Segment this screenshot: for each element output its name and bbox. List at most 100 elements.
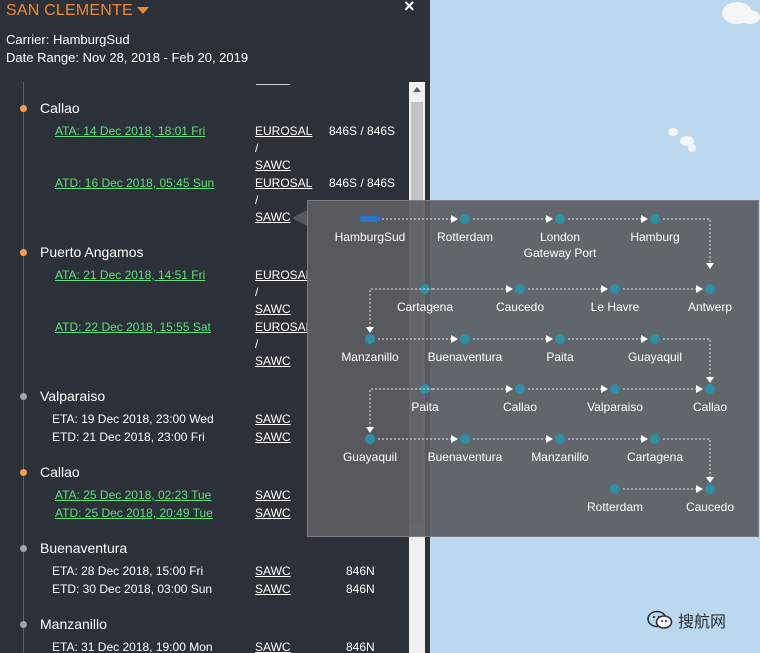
arrow-down-icon — [706, 377, 714, 383]
arrow-down-icon — [366, 427, 374, 433]
watermark-text: 搜航网 — [678, 612, 727, 631]
event-time[interactable]: ATA: 21 Dec 2018, 14:51 Fri — [55, 268, 205, 282]
event-time: ETA: 31 Dec 2018, 19:00 Mon — [52, 640, 213, 653]
port-name: Manzanillo — [40, 616, 107, 632]
arrow-icon — [451, 335, 458, 343]
service-link[interactable]: SAWC — [255, 488, 291, 502]
service-separator: / — [255, 141, 259, 155]
event-time[interactable]: ATD: 25 Dec 2018, 20:49 Tue — [55, 506, 213, 520]
port-status-dot — [20, 249, 27, 256]
service-link[interactable]: EUROSAL — [255, 268, 312, 282]
ship-icon — [360, 216, 380, 222]
route-node — [515, 284, 525, 294]
arrow-icon — [506, 285, 513, 293]
service-link[interactable]: EUROSAL — [255, 124, 312, 138]
service-link[interactable]: SAWC — [255, 210, 291, 224]
route-port-label: Callao — [692, 400, 728, 414]
route-node — [365, 434, 375, 444]
port-status-dot — [20, 393, 27, 400]
port-status-dot — [20, 621, 27, 628]
route-node — [460, 434, 470, 444]
route-port-label: Caucedo — [685, 500, 735, 514]
arrow-icon — [546, 335, 553, 343]
arrow-icon — [451, 435, 458, 443]
event-time: ETA: 28 Dec 2018, 15:00 Fri — [52, 564, 204, 578]
route-tooltip: HamburgSud Rotterdam London Gateway Port Ha… — [307, 200, 759, 537]
port-status-dot — [20, 545, 27, 552]
route-port-label: Cartagena — [626, 450, 684, 464]
service-link[interactable]: EUROSAL — [255, 176, 312, 190]
arrow-down-icon — [366, 327, 374, 333]
event-time[interactable]: ATA: 25 Dec 2018, 02:23 Tue — [55, 488, 211, 502]
voyage-number: 846N — [346, 564, 375, 578]
arrow-icon — [546, 435, 553, 443]
route-port-label: Hamburg — [630, 230, 680, 244]
arrow-icon — [506, 385, 513, 393]
route-node — [610, 284, 620, 294]
route-node — [705, 284, 715, 294]
vessel-name-dropdown[interactable]: SAN CLEMENTE — [6, 2, 149, 20]
route-node — [610, 384, 620, 394]
service-link[interactable]: SAWC — [255, 158, 291, 172]
port-status-dot — [20, 469, 27, 476]
date-range-label: Date Range: Nov 28, 2018 - Feb 20, 2019 — [6, 50, 249, 65]
arrow-icon — [546, 215, 553, 223]
service-link[interactable]: SAWC — [255, 354, 291, 368]
arrow-icon — [601, 285, 608, 293]
route-node — [555, 434, 565, 444]
route-node — [705, 484, 715, 494]
voyage-number: 846N — [346, 582, 375, 596]
arrow-icon — [696, 285, 703, 293]
vessel-name: SAN CLEMENTE — [6, 2, 133, 19]
voyage-number: 846S / 846S — [329, 124, 396, 138]
port-name: Callao — [40, 100, 80, 116]
port-name: Callao — [40, 464, 80, 480]
route-node — [460, 214, 470, 224]
service-link[interactable]: SAWC — [255, 564, 291, 578]
carrier-label: Carrier: HamburgSud — [6, 32, 130, 47]
port-name: Valparaiso — [40, 388, 106, 404]
watermark: 搜航网 — [646, 608, 726, 632]
route-node — [555, 334, 565, 344]
arrow-icon — [641, 435, 648, 443]
wechat-icon — [647, 610, 673, 629]
route-node — [610, 484, 620, 494]
service-link[interactable]: SAWC — [255, 506, 291, 520]
arrow-icon — [641, 215, 648, 223]
arrow-down-icon — [706, 477, 714, 483]
service-link[interactable]: SAWC — [255, 302, 291, 316]
route-node — [365, 334, 375, 344]
route-node — [515, 384, 525, 394]
voyage-number: 846N — [346, 640, 375, 653]
service-link[interactable]: EUROSAL — [255, 320, 312, 334]
route-port-label: Antwerp — [687, 300, 733, 314]
route-port-label: Guayaquil — [627, 350, 683, 364]
scroll-up-icon[interactable] — [413, 87, 421, 92]
arrow-down-icon — [706, 263, 714, 269]
event-time[interactable]: ATA: 14 Dec 2018, 18:01 Fri — [55, 124, 205, 138]
event-time[interactable]: ATD: 22 Dec 2018, 15:55 Sat — [55, 320, 211, 334]
arrow-icon — [641, 335, 648, 343]
event-time: ETA: 19 Dec 2018, 23:00 Wed — [52, 412, 214, 426]
event-time: ETD: 21 Dec 2018, 23:00 Fri — [52, 430, 205, 444]
event-time: ETD: 30 Dec 2018, 03:00 Sun — [52, 582, 213, 596]
caret-down-icon — [136, 7, 149, 15]
service-link[interactable]: SAWC — [255, 582, 291, 596]
port-status-dot — [20, 105, 27, 112]
arrow-icon — [601, 385, 608, 393]
route-node — [650, 334, 660, 344]
service-separator: / — [255, 193, 259, 207]
service-link[interactable]: SAWC — [255, 412, 291, 426]
close-icon[interactable]: × — [404, 0, 415, 17]
route-node — [650, 434, 660, 444]
island — [668, 128, 678, 136]
service-link[interactable]: SAWC — [255, 640, 291, 653]
route-node — [705, 384, 715, 394]
voyage-number: 846S / 846S — [329, 176, 396, 190]
service-link[interactable]: SAWC — [255, 430, 291, 444]
arrow-icon — [451, 215, 458, 223]
arrow-icon — [696, 485, 703, 493]
event-time[interactable]: ATD: 16 Dec 2018, 05:45 Sun — [55, 176, 214, 190]
service-separator: / — [255, 285, 259, 299]
port-name: Buenaventura — [40, 540, 128, 556]
